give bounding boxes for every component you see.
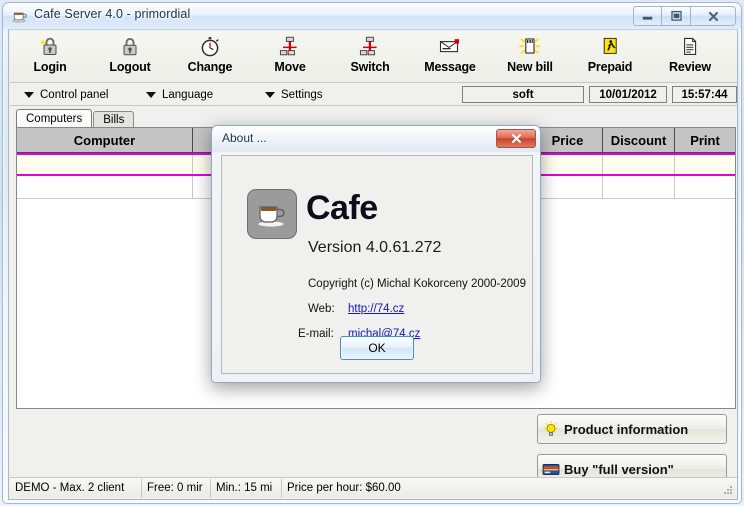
toolbar-button-new-bill[interactable]: New bill	[490, 31, 570, 81]
toolbar-button-change[interactable]: Change	[170, 31, 250, 81]
menu-language[interactable]: Language	[146, 87, 213, 103]
toolbar-label: Prepaid	[587, 60, 633, 74]
cell-print	[675, 176, 735, 198]
about-dialog-title: About ...	[222, 131, 267, 145]
toolbar-button-prepaid[interactable]: Prepaid	[570, 31, 650, 81]
column-header-computer[interactable]: Computer	[17, 128, 193, 152]
tab-label: Bills	[103, 114, 125, 126]
coffee-cup-icon	[247, 189, 297, 239]
about-email-label: E-mail:	[298, 328, 334, 340]
tab-label: Computers	[26, 113, 83, 125]
cell-discount	[603, 155, 675, 174]
chevron-down-icon	[265, 92, 275, 98]
menu-label: Control panel	[40, 89, 109, 101]
about-web-link[interactable]: http://74.cz	[348, 303, 404, 315]
toolbar-label: Move	[274, 60, 306, 74]
menu-label: Settings	[281, 89, 323, 101]
window-frame: Cafe Server 4.0 - primordial Login Logou…	[2, 2, 742, 504]
toolbar-button-logout[interactable]: Logout	[90, 31, 170, 81]
network-move-icon	[279, 35, 301, 57]
server-name-field: soft	[462, 86, 584, 103]
padlock-open-icon	[40, 35, 60, 57]
about-web-label: Web:	[308, 303, 335, 315]
toolbar-button-message[interactable]: Message	[410, 31, 490, 81]
network-switch-icon	[359, 35, 381, 57]
toolbar-label: Logout	[109, 60, 151, 74]
toolbar-label: Review	[669, 60, 711, 74]
resize-grip-icon[interactable]	[722, 483, 734, 495]
about-app-name: Cafe	[306, 189, 378, 227]
window-controls	[633, 6, 736, 27]
coffee-cup-icon	[12, 8, 28, 24]
application-window: Cafe Server 4.0 - primordial Login Logou…	[0, 0, 744, 506]
status-panel-price: Price per hour: $60.00	[287, 482, 401, 494]
about-ok-button[interactable]: OK	[340, 336, 414, 360]
cell-computer	[17, 155, 193, 174]
chevron-down-icon	[24, 92, 34, 98]
close-icon	[511, 133, 521, 144]
close-button[interactable]	[691, 6, 736, 26]
about-dialog-close-button[interactable]	[496, 129, 536, 148]
about-dialog-body: Cafe Version 4.0.61.272 Copyright (c) Mi…	[221, 155, 533, 374]
cell-discount	[603, 176, 675, 198]
title-bar: Cafe Server 4.0 - primordial	[3, 3, 741, 29]
cell-price	[533, 155, 603, 174]
status-bar: DEMO - Max. 2 client Free: 0 mir Min.: 1…	[10, 477, 737, 498]
cell-price	[533, 176, 603, 198]
stopwatch-icon	[200, 35, 220, 57]
toolbar-label: Switch	[350, 60, 390, 74]
tab-bills[interactable]: Bills	[93, 111, 135, 128]
toolbar-button-switch[interactable]: Switch	[330, 31, 410, 81]
prepaid-runner-icon	[600, 35, 620, 57]
minimize-icon	[642, 16, 653, 20]
tab-computers[interactable]: Computers	[16, 109, 93, 128]
menu-control-panel[interactable]: Control panel	[24, 87, 108, 103]
status-panel-min: Min.: 15 mi	[211, 478, 282, 498]
maximize-button[interactable]	[662, 6, 691, 26]
cell-print	[675, 155, 735, 174]
toolbar-button-login[interactable]: Login	[10, 31, 90, 81]
toolbar-label: Message	[424, 60, 476, 74]
chevron-down-icon	[146, 92, 156, 98]
main-toolbar: Login Logout Change Move Switch Message …	[10, 31, 737, 83]
about-dialog: About ... Cafe Version 4.0.61.272 Copyri…	[211, 125, 541, 383]
toolbar-button-move[interactable]: Move	[250, 31, 330, 81]
status-panel-free: Free: 0 mir	[142, 478, 211, 498]
about-version: Version 4.0.61.272	[308, 239, 442, 256]
column-header-price[interactable]: Price	[533, 128, 603, 152]
toolbar-label: New bill	[507, 60, 553, 74]
action-label: Buy "full version"	[564, 461, 674, 477]
column-header-print[interactable]: Print	[675, 128, 735, 152]
window-title: Cafe Server 4.0 - primordial	[34, 7, 191, 21]
product-information-button[interactable]: Product information	[537, 414, 727, 444]
action-label: Product information	[564, 421, 689, 437]
lightbulb-icon	[538, 420, 564, 438]
menu-strip: Control panel Language Settings soft 10/…	[10, 84, 737, 106]
close-icon	[708, 11, 718, 21]
time-field: 15:57:44	[672, 86, 737, 103]
menu-label: Language	[162, 89, 214, 101]
column-header-discount[interactable]: Discount	[603, 128, 675, 152]
date-field: 10/01/2012	[589, 86, 667, 103]
toolbar-label: Login	[33, 60, 67, 74]
cell-computer	[17, 176, 193, 198]
menu-settings[interactable]: Settings	[265, 87, 323, 103]
credit-card-icon	[538, 463, 564, 476]
status-panel-demo: DEMO - Max. 2 client	[10, 478, 142, 498]
maximize-icon	[670, 10, 682, 21]
padlock-closed-icon	[120, 35, 140, 57]
envelope-icon	[438, 35, 462, 57]
new-bill-icon	[519, 35, 541, 57]
document-icon	[680, 35, 700, 57]
toolbar-button-review[interactable]: Review	[650, 31, 730, 81]
toolbar-label: Change	[187, 60, 233, 74]
minimize-button[interactable]	[633, 6, 662, 26]
about-copyright: Copyright (c) Michal Kokorceny 2000-2009	[308, 278, 526, 290]
tab-bar: Computers Bills	[16, 109, 135, 128]
